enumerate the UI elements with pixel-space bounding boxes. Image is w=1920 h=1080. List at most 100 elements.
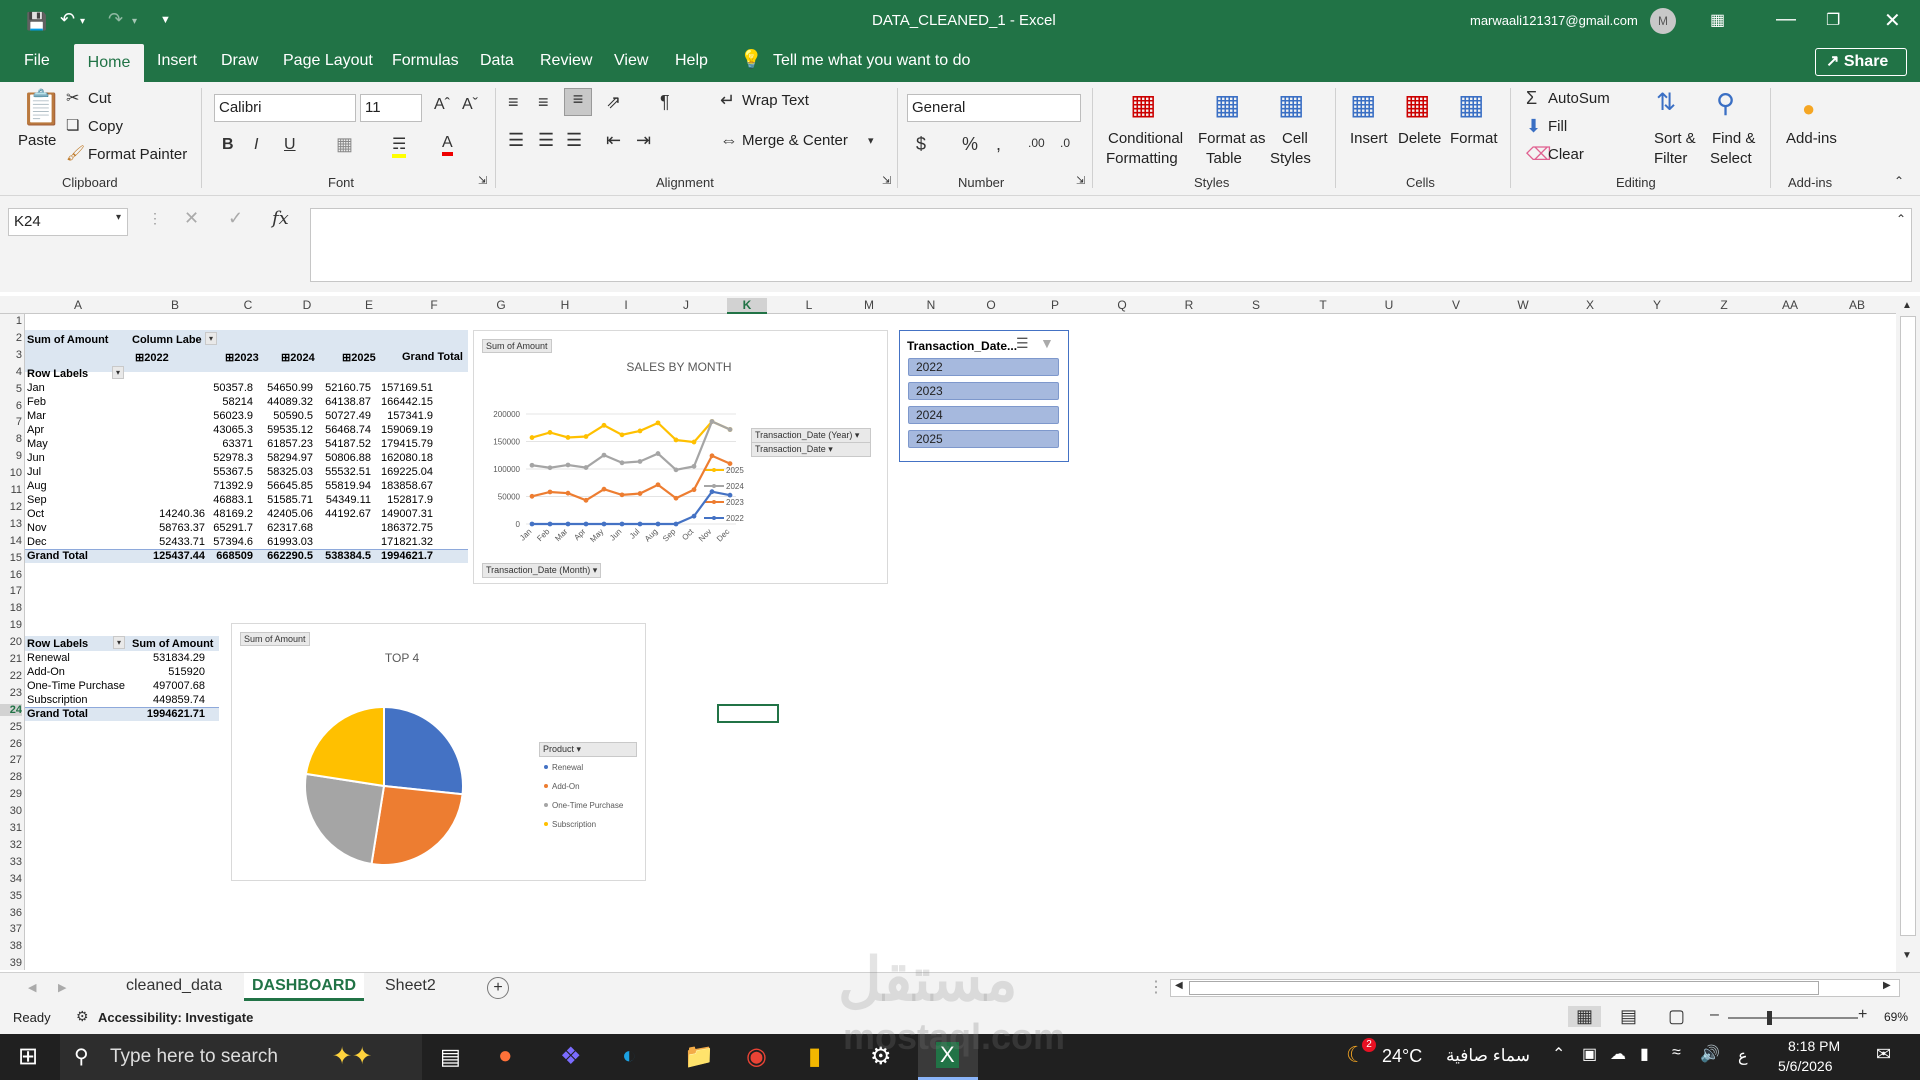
number-format-select[interactable]: General	[907, 94, 1081, 122]
clear-filter-icon[interactable]: ▼	[1040, 335, 1054, 351]
row-header[interactable]: 3	[0, 349, 22, 361]
decrease-font-icon[interactable]: Aˇ	[462, 96, 478, 114]
align-center-icon[interactable]: ☰	[538, 130, 554, 151]
formula-input[interactable]	[310, 208, 1912, 282]
normal-view-icon[interactable]: ▦	[1568, 1006, 1602, 1027]
zoom-slider-thumb[interactable]	[1767, 1011, 1772, 1025]
slicer-item-2025[interactable]: 2025	[908, 430, 1059, 448]
cancel-icon[interactable]: ✕	[184, 208, 199, 229]
cell-styles-button[interactable]: Cell	[1282, 130, 1308, 147]
row-header[interactable]: 16	[0, 569, 22, 581]
column-header[interactable]: J	[666, 298, 706, 312]
row-header[interactable]: 19	[0, 619, 22, 631]
share-button[interactable]: ↗ Share	[1815, 48, 1907, 76]
scroll-thumb[interactable]	[1900, 316, 1916, 936]
sheet-tab-dashboard[interactable]: DASHBOARD	[244, 973, 364, 1001]
row-header[interactable]: 12	[0, 501, 22, 513]
pivot1-year-2024[interactable]: ⊞2024	[281, 351, 315, 364]
clear-button[interactable]: Clear	[1548, 146, 1584, 163]
slicer-item-2022[interactable]: 2022	[908, 358, 1059, 376]
edge-icon[interactable]: ◐	[622, 1042, 637, 1070]
comma-icon[interactable]: ,	[996, 134, 1001, 155]
task-view-icon[interactable]: ▤	[440, 1044, 461, 1070]
autosum-button[interactable]: AutoSum	[1548, 90, 1610, 107]
format-cells-button[interactable]: Format	[1450, 130, 1498, 147]
input-language[interactable]: ع	[1738, 1046, 1748, 1066]
row-header[interactable]: 17	[0, 585, 22, 597]
italic-icon[interactable]: I	[254, 136, 258, 154]
sort-filter-icon[interactable]: ⇅	[1656, 88, 1676, 117]
chevron-down-icon[interactable]: ▾	[116, 212, 121, 223]
column-header[interactable]: W	[1503, 298, 1543, 312]
axis-field-button[interactable]: Transaction_Date (Month) ▾	[482, 563, 602, 578]
format-cells-icon[interactable]: ▦	[1458, 88, 1484, 121]
currency-icon[interactable]: $	[916, 134, 926, 155]
column-header[interactable]: AA	[1770, 298, 1810, 312]
delete-cells-button[interactable]: Delete	[1398, 130, 1441, 147]
row-header[interactable]: 22	[0, 670, 22, 682]
increase-decimal-icon[interactable]: .00	[1028, 136, 1045, 150]
tab-formulas[interactable]: Formulas	[392, 52, 459, 70]
slicer-item-2024[interactable]: 2024	[908, 406, 1059, 424]
tab-review[interactable]: Review	[540, 52, 592, 70]
volume-icon[interactable]: 🔊	[1700, 1044, 1720, 1064]
fill-icon[interactable]: ⬇	[1526, 116, 1541, 137]
tab-page-layout[interactable]: Page Layout	[283, 52, 373, 70]
windows-start-icon[interactable]: ⊞	[18, 1042, 38, 1071]
row-header[interactable]: 14	[0, 535, 22, 547]
row-header[interactable]: 24	[0, 703, 22, 716]
borders-icon[interactable]: ▦	[336, 134, 353, 155]
chevron-down-icon[interactable]: ▾	[132, 16, 137, 27]
tell-me-search[interactable]: Tell me what you want to do	[773, 52, 970, 70]
column-header[interactable]: U	[1369, 298, 1409, 312]
column-header[interactable]: Y	[1637, 298, 1677, 312]
collapse-ribbon-icon[interactable]: ⌃	[1894, 174, 1904, 188]
avatar[interactable]: M	[1650, 8, 1676, 34]
column-header[interactable]: I	[606, 298, 646, 312]
format-painter-icon[interactable]: 🖌	[66, 144, 85, 162]
row-header[interactable]: 32	[0, 839, 22, 851]
paste-button[interactable]: Paste	[18, 132, 56, 149]
align-top-icon[interactable]: ≡	[508, 92, 519, 113]
paste-icon[interactable]: 📋	[20, 88, 62, 128]
font-name-select[interactable]: Calibri	[214, 94, 356, 122]
horizontal-scrollbar[interactable]: ◀ ▶	[1170, 979, 1900, 997]
vertical-scrollbar[interactable]: ▲ ▼	[1896, 296, 1920, 972]
column-header[interactable]: S	[1236, 298, 1276, 312]
row-header[interactable]: 15	[0, 552, 22, 564]
column-header[interactable]: Q	[1102, 298, 1142, 312]
orientation-icon[interactable]: ⇗	[606, 92, 621, 113]
cut-icon[interactable]: ✂	[66, 88, 79, 108]
row-filter-button[interactable]: ▾	[112, 366, 125, 379]
chevron-down-icon[interactable]: ▾	[80, 16, 85, 27]
page-break-view-icon[interactable]: ▢	[1668, 1006, 1685, 1027]
column-header[interactable]: D	[287, 298, 327, 312]
row-header[interactable]: 10	[0, 467, 22, 479]
decrease-indent-icon[interactable]: ⇤	[606, 130, 621, 151]
column-header[interactable]: Z	[1704, 298, 1744, 312]
fill-button[interactable]: Fill	[1548, 118, 1567, 135]
row-header[interactable]: 7	[0, 416, 22, 428]
row-header[interactable]: 27	[0, 754, 22, 766]
align-middle-icon[interactable]: ≡	[538, 92, 549, 113]
align-left-icon[interactable]: ☰	[508, 130, 524, 151]
minimize-icon[interactable]: —	[1776, 8, 1796, 31]
row-header[interactable]: 18	[0, 602, 22, 614]
add-ins-icon[interactable]: ●	[1802, 96, 1815, 122]
column-header[interactable]: N	[911, 298, 951, 312]
tab-draw[interactable]: Draw	[221, 52, 258, 70]
row-header[interactable]: 33	[0, 856, 22, 868]
chevron-up-icon[interactable]: ⌃	[1552, 1044, 1565, 1064]
copy-button[interactable]: Copy	[88, 118, 123, 135]
row-header[interactable]: 31	[0, 822, 22, 834]
merge-center-button[interactable]: Merge & Center	[742, 132, 848, 149]
prev-sheet-icon[interactable]: ◀	[28, 981, 36, 994]
horizontal-scroll-thumb[interactable]	[1189, 981, 1819, 995]
insert-cells-icon[interactable]: ▦	[1350, 88, 1376, 121]
column-header[interactable]: M	[849, 298, 889, 312]
add-ins-button[interactable]: Add-ins	[1786, 130, 1837, 147]
pivot1-year-2023[interactable]: ⊞2023	[225, 351, 259, 364]
tab-file[interactable]: File	[24, 52, 50, 70]
row-header[interactable]: 39	[0, 957, 22, 969]
next-sheet-icon[interactable]: ▶	[58, 981, 66, 994]
